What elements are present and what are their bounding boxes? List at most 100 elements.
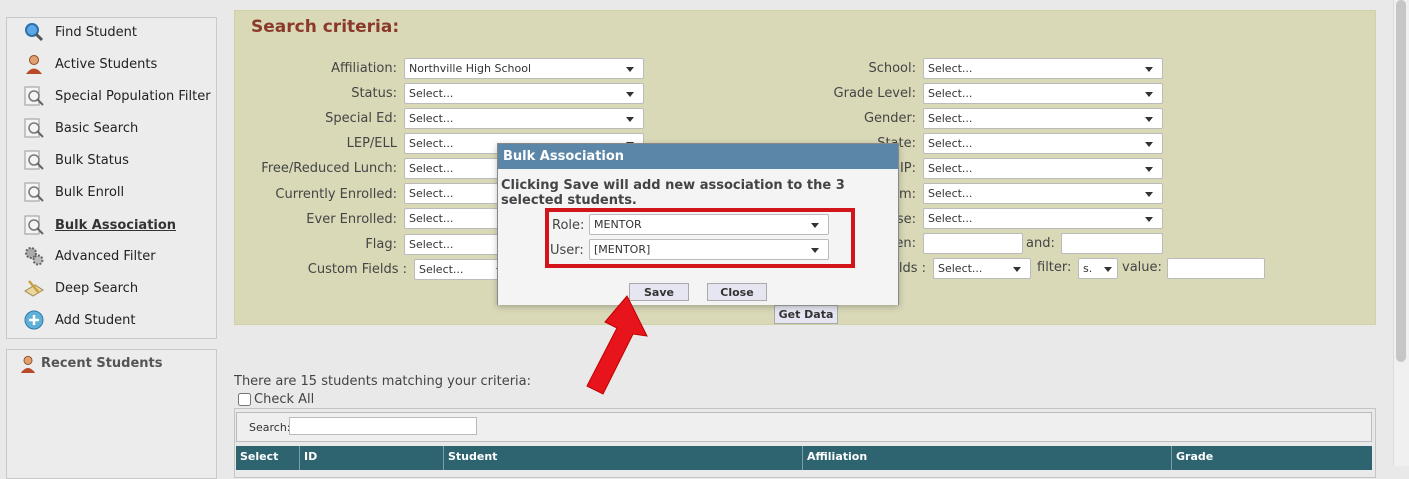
get-data-button[interactable]: Get Data (774, 305, 838, 324)
between-from-input[interactable] (923, 233, 1023, 254)
pencil-paper-icon (23, 277, 45, 299)
custom-fields-value: Select... (419, 263, 464, 276)
nav-item-label: Special Population Filter (55, 89, 211, 104)
fields-value: Select... (938, 262, 983, 275)
ip-label: IP: (899, 161, 916, 176)
gender-label: Gender: (863, 111, 916, 126)
column-header-select[interactable]: Select (240, 450, 278, 463)
check-all[interactable]: Check All (238, 392, 314, 407)
chevron-down-icon (1013, 267, 1021, 272)
value-label: value: (1122, 260, 1162, 275)
nav-item-label: Bulk Enroll (55, 185, 125, 200)
m-select[interactable]: Select... (923, 183, 1163, 204)
and-label: and: (1026, 236, 1055, 251)
red-arrow-icon (586, 295, 648, 395)
results-summary: There are 15 students matching your crit… (234, 374, 532, 389)
recent-students-title: Recent Students (41, 356, 163, 371)
doc-search-icon (23, 181, 45, 203)
ip-select[interactable]: Select... (923, 158, 1163, 179)
affiliation-value: Northville High School (409, 62, 532, 75)
affiliation-label: Affiliation: (331, 61, 397, 76)
nav-item-label: Deep Search (55, 281, 139, 296)
nav-item-advanced-filter[interactable]: Advanced Filter (7, 242, 216, 274)
check-all-label: Check All (254, 392, 315, 407)
status-select[interactable]: Select... (404, 83, 644, 104)
table-search-input[interactable] (289, 417, 477, 435)
check-all-checkbox[interactable] (238, 393, 251, 406)
nav-item-bulk-status[interactable]: Bulk Status (7, 146, 216, 178)
nav-item-deep-search[interactable]: Deep Search (7, 274, 216, 306)
status-value: Select... (409, 87, 454, 100)
se-value: Select... (928, 212, 973, 225)
column-header-student[interactable]: Student (448, 450, 497, 463)
state-select[interactable]: Select... (923, 133, 1163, 154)
nav-item-label: Bulk Status (55, 153, 129, 168)
student-nav-panel: Find Student Active Students Special Pop… (6, 17, 217, 339)
grade-level-select[interactable]: Select... (923, 83, 1163, 104)
table-search-bar: Search: (236, 412, 1372, 442)
gears-icon (23, 245, 45, 267)
affiliation-select[interactable]: Northville High School (404, 58, 644, 79)
table-search-label: Search: (249, 421, 291, 434)
state-value: Select... (928, 137, 973, 150)
special-ed-label: Special Ed: (325, 111, 397, 126)
m-value: Select... (928, 187, 973, 200)
column-header-id[interactable]: ID (304, 450, 317, 463)
chevron-down-icon (1145, 67, 1153, 72)
search-criteria-title: Search criteria: (251, 17, 400, 37)
special-ed-value: Select... (409, 112, 454, 125)
nav-item-bulk-association[interactable]: Bulk Association (7, 211, 216, 243)
nav-item-find-student[interactable]: Find Student (7, 18, 216, 50)
se-select[interactable]: Select... (923, 208, 1163, 229)
school-select[interactable]: Select... (923, 58, 1163, 79)
currently-enrolled-value: Select... (409, 187, 454, 200)
ever-enrolled-value: Select... (409, 212, 454, 225)
nav-item-label: Advanced Filter (55, 249, 156, 264)
chevron-down-icon (1145, 192, 1153, 197)
lep-ell-label: LEP/ELL (346, 136, 397, 151)
column-divider (802, 446, 803, 470)
nav-item-active-students[interactable]: Active Students (7, 50, 216, 82)
chevron-down-icon (1104, 267, 1112, 272)
custom-fields-label: Custom Fields : (307, 262, 407, 277)
lep-ell-value: Select... (409, 137, 454, 150)
doc-search-icon (23, 117, 45, 139)
filter-select[interactable]: s. (1078, 258, 1118, 279)
doc-search-icon (23, 85, 45, 107)
value-input[interactable] (1167, 258, 1265, 279)
nav-item-label: Basic Search (55, 121, 139, 136)
fields-select[interactable]: Select... (933, 258, 1031, 279)
add-globe-icon (23, 309, 45, 331)
flag-value: Select... (409, 238, 454, 251)
nav-item-label: Bulk Association (55, 218, 177, 233)
column-divider (1171, 446, 1172, 470)
scrollbar-thumb[interactable] (1396, 0, 1406, 362)
ip-value: Select... (928, 162, 973, 175)
nav-item-label: Active Students (55, 57, 158, 72)
doc-search-icon (23, 214, 45, 236)
column-divider (299, 446, 300, 470)
nav-item-basic-search[interactable]: Basic Search (7, 114, 216, 146)
nav-item-special-population-filter[interactable]: Special Population Filter (7, 82, 216, 114)
column-header-affiliation[interactable]: Affiliation (807, 450, 867, 463)
ever-enrolled-label: Ever Enrolled: (306, 212, 397, 227)
m-label: m: (898, 187, 916, 202)
close-button[interactable]: Close (707, 283, 767, 301)
column-divider (443, 446, 444, 470)
between-to-input[interactable] (1061, 233, 1163, 254)
filter-value: s. (1083, 262, 1093, 275)
nav-item-add-student[interactable]: Add Student (7, 306, 216, 338)
magnifier-icon (23, 21, 45, 43)
school-value: Select... (928, 62, 973, 75)
nav-item-bulk-enroll[interactable]: Bulk Enroll (7, 178, 216, 210)
fields-label: lds : (898, 261, 926, 276)
currently-enrolled-label: Currently Enrolled: (275, 187, 397, 202)
school-label: School: (868, 61, 916, 76)
recent-students-panel: Recent Students (6, 349, 217, 479)
column-header-grade[interactable]: Grade (1176, 450, 1213, 463)
grade-level-value: Select... (928, 87, 973, 100)
flag-label: Flag: (365, 237, 397, 252)
se-label: se: (896, 212, 916, 227)
special-ed-select[interactable]: Select... (404, 108, 644, 129)
gender-select[interactable]: Select... (923, 108, 1163, 129)
